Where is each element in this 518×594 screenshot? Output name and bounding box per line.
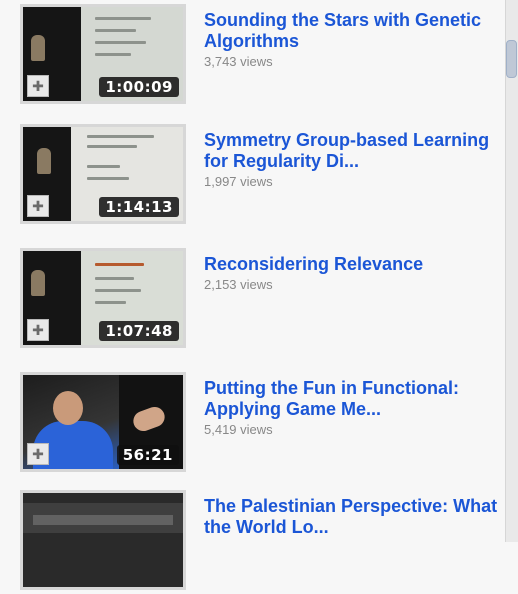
view-count: 5,419 views xyxy=(204,422,273,437)
quicklist-add-icon[interactable]: ✚ xyxy=(27,443,49,465)
quicklist-add-icon[interactable]: ✚ xyxy=(27,75,49,97)
video-thumbnail[interactable]: ✚ 1:00:09 xyxy=(20,4,186,104)
quicklist-add-icon[interactable]: ✚ xyxy=(27,319,49,341)
video-title-link[interactable]: The Palestinian Perspective: What the Wo… xyxy=(204,496,504,538)
video-title-link[interactable]: Symmetry Group-based Learning for Regula… xyxy=(204,130,504,172)
speaker-figure xyxy=(31,35,46,62)
video-duration: 1:07:48 xyxy=(99,321,179,341)
video-list-item[interactable]: ✚ 1:07:48 Reconsidering Relevance 2,153 … xyxy=(20,248,500,352)
slide-line xyxy=(94,41,147,44)
slide-line xyxy=(86,145,138,148)
scrollbar[interactable] xyxy=(505,0,518,542)
video-thumbnail[interactable]: ✚ 1:14:13 xyxy=(20,124,186,224)
speaker-figure xyxy=(31,269,46,296)
video-list-item[interactable]: ✚ 1:14:13 Symmetry Group-based Learning … xyxy=(20,124,500,228)
video-title-link[interactable]: Reconsidering Relevance xyxy=(204,254,504,275)
video-meta: Putting the Fun in Functional: Applying … xyxy=(204,378,504,438)
speaker-figure xyxy=(37,147,52,174)
video-thumbnail[interactable] xyxy=(20,490,186,590)
video-list-item[interactable]: ✚ 56:21 Putting the Fun in Functional: A… xyxy=(20,372,500,476)
slide-line xyxy=(94,301,126,304)
video-thumbnail[interactable]: ✚ 56:21 xyxy=(20,372,186,472)
slide-line xyxy=(94,17,152,20)
video-meta: Reconsidering Relevance 2,153 views xyxy=(204,254,504,293)
slide-line xyxy=(94,53,131,56)
slide-line xyxy=(86,135,154,138)
slide-line xyxy=(86,177,130,180)
video-title-link[interactable]: Putting the Fun in Functional: Applying … xyxy=(204,378,504,420)
view-count: 2,153 views xyxy=(204,277,273,292)
slide-line xyxy=(94,289,141,292)
video-duration: 1:14:13 xyxy=(99,197,179,217)
speaker-head xyxy=(53,391,83,425)
slide-line xyxy=(86,165,121,168)
slide-line xyxy=(94,263,145,266)
video-meta: Sounding the Stars with Genetic Algorith… xyxy=(204,10,504,70)
view-count: 3,743 views xyxy=(204,54,273,69)
video-meta: Symmetry Group-based Learning for Regula… xyxy=(204,130,504,190)
video-title-link[interactable]: Sounding the Stars with Genetic Algorith… xyxy=(204,10,504,52)
video-list-item[interactable]: The Palestinian Perspective: What the Wo… xyxy=(20,490,500,594)
view-count: 1,997 views xyxy=(204,174,273,189)
quicklist-add-icon[interactable]: ✚ xyxy=(27,195,49,217)
related-videos-list: ✚ 1:00:09 Sounding the Stars with Geneti… xyxy=(0,0,505,590)
video-thumbnail[interactable]: ✚ 1:07:48 xyxy=(20,248,186,348)
video-list-item[interactable]: ✚ 1:00:09 Sounding the Stars with Geneti… xyxy=(20,4,500,108)
slide-line xyxy=(94,277,134,280)
video-duration: 56:21 xyxy=(116,445,179,465)
scrollbar-thumb[interactable] xyxy=(506,40,517,78)
slide-line xyxy=(94,29,136,32)
thumbnail-background xyxy=(33,515,173,525)
video-duration: 1:00:09 xyxy=(99,77,179,97)
video-meta: The Palestinian Perspective: What the Wo… xyxy=(204,496,504,538)
